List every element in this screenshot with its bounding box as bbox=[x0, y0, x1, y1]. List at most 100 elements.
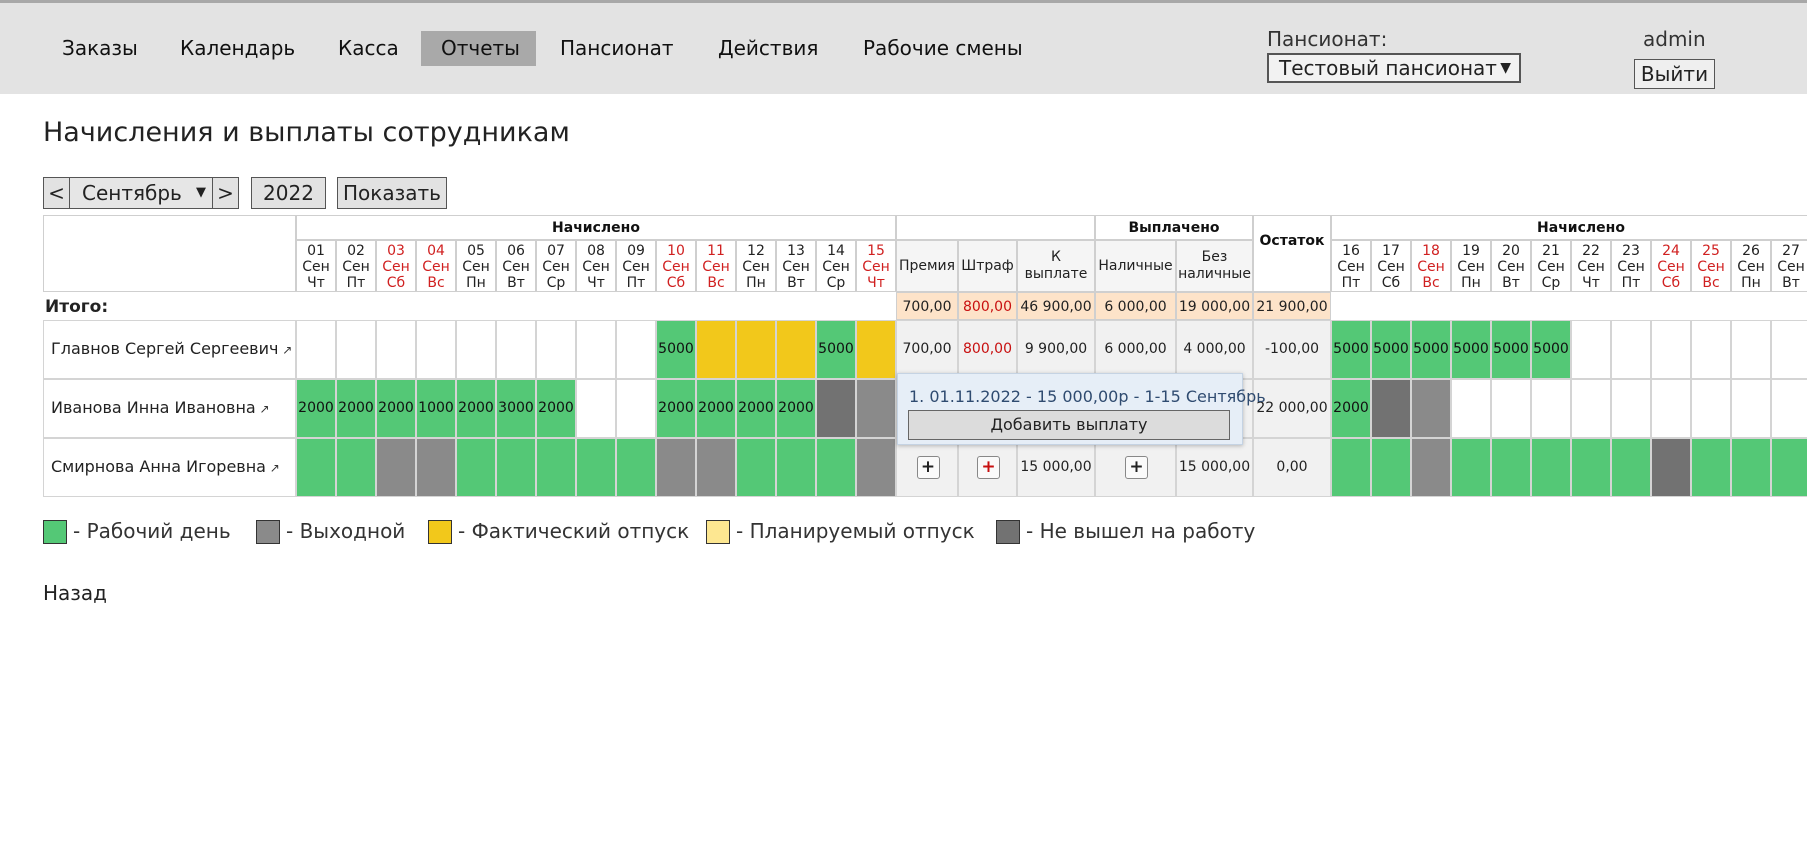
day-cell[interactable]: 2000 bbox=[1331, 379, 1371, 438]
day-cell[interactable] bbox=[376, 438, 416, 497]
day-cell[interactable] bbox=[1731, 379, 1771, 438]
year-input[interactable]: 2022 bbox=[251, 177, 326, 209]
day-cell[interactable]: 5000 bbox=[816, 320, 856, 379]
day-cell[interactable]: 5000 bbox=[1331, 320, 1371, 379]
day-cell[interactable] bbox=[616, 379, 656, 438]
day-cell[interactable] bbox=[1411, 379, 1451, 438]
day-cell[interactable] bbox=[576, 438, 616, 497]
day-cell[interactable] bbox=[1531, 379, 1571, 438]
day-cell[interactable] bbox=[1331, 438, 1371, 497]
day-cell[interactable] bbox=[536, 438, 576, 497]
day-cell[interactable] bbox=[776, 438, 816, 497]
nav-work-shifts[interactable]: Рабочие смены bbox=[843, 31, 1043, 66]
day-cell[interactable] bbox=[1691, 320, 1731, 379]
day-cell[interactable]: 5000 bbox=[1451, 320, 1491, 379]
day-cell[interactable]: 5000 bbox=[656, 320, 696, 379]
nav-pensionat[interactable]: Пансионат bbox=[540, 31, 694, 66]
day-cell[interactable]: 5000 bbox=[1371, 320, 1411, 379]
back-link[interactable]: Назад bbox=[43, 581, 107, 605]
logout-button[interactable]: Выйти bbox=[1634, 59, 1715, 89]
external-link-icon[interactable]: ↗ bbox=[278, 343, 292, 357]
day-cell[interactable] bbox=[296, 438, 336, 497]
show-button[interactable]: Показать bbox=[337, 177, 447, 209]
day-cell[interactable] bbox=[336, 320, 376, 379]
day-cell[interactable] bbox=[1651, 320, 1691, 379]
day-cell[interactable] bbox=[1611, 320, 1651, 379]
day-cell[interactable] bbox=[816, 438, 856, 497]
day-cell[interactable] bbox=[816, 379, 856, 438]
day-cell[interactable] bbox=[616, 438, 656, 497]
day-cell[interactable] bbox=[776, 320, 816, 379]
day-cell[interactable] bbox=[616, 320, 656, 379]
next-month-button[interactable]: > bbox=[212, 177, 239, 209]
day-cell[interactable] bbox=[1651, 438, 1691, 497]
day-cell[interactable] bbox=[1691, 379, 1731, 438]
day-cell[interactable] bbox=[456, 320, 496, 379]
external-link-icon[interactable]: ↗ bbox=[266, 461, 280, 475]
nav-reports[interactable]: Отчеты bbox=[421, 31, 536, 66]
day-cell[interactable] bbox=[1611, 379, 1651, 438]
day-cell[interactable]: 5000 bbox=[1411, 320, 1451, 379]
day-cell[interactable] bbox=[1491, 379, 1531, 438]
day-cell[interactable] bbox=[1771, 379, 1807, 438]
day-cell[interactable] bbox=[1771, 320, 1807, 379]
day-cell[interactable] bbox=[696, 438, 736, 497]
day-cell[interactable] bbox=[576, 379, 616, 438]
day-cell[interactable]: 2000 bbox=[536, 379, 576, 438]
day-cell[interactable] bbox=[1771, 438, 1807, 497]
day-cell[interactable] bbox=[1571, 320, 1611, 379]
day-cell[interactable] bbox=[416, 320, 456, 379]
nav-calendar[interactable]: Календарь bbox=[160, 31, 315, 66]
day-cell[interactable] bbox=[1491, 438, 1531, 497]
day-cell[interactable] bbox=[656, 438, 696, 497]
day-cell[interactable] bbox=[1451, 438, 1491, 497]
day-cell[interactable] bbox=[1411, 438, 1451, 497]
day-cell[interactable] bbox=[496, 438, 536, 497]
add-cash-payment-button[interactable]: + bbox=[1125, 456, 1148, 479]
day-cell[interactable]: 2000 bbox=[336, 379, 376, 438]
day-cell[interactable]: 2000 bbox=[376, 379, 416, 438]
add-payment-button[interactable]: Добавить выплату bbox=[908, 410, 1230, 440]
nav-cashbox[interactable]: Касса bbox=[318, 31, 419, 66]
day-cell[interactable] bbox=[336, 438, 376, 497]
day-cell[interactable] bbox=[536, 320, 576, 379]
day-cell[interactable] bbox=[376, 320, 416, 379]
day-cell[interactable] bbox=[576, 320, 616, 379]
day-cell[interactable] bbox=[1731, 438, 1771, 497]
day-cell[interactable] bbox=[1651, 379, 1691, 438]
day-cell[interactable] bbox=[736, 438, 776, 497]
day-cell[interactable]: 3000 bbox=[496, 379, 536, 438]
pensionat-select[interactable]: Тестовый пансионат ▼ bbox=[1267, 53, 1521, 83]
day-cell[interactable] bbox=[856, 320, 896, 379]
payment-entry[interactable]: 1. 01.11.2022 - 15 000,00р - 1-15 Сентяб… bbox=[909, 387, 1266, 406]
day-cell[interactable]: 5000 bbox=[1531, 320, 1571, 379]
day-cell[interactable] bbox=[1571, 438, 1611, 497]
day-cell[interactable] bbox=[416, 438, 456, 497]
day-cell[interactable]: 2000 bbox=[696, 379, 736, 438]
external-link-icon[interactable]: ↗ bbox=[256, 402, 270, 416]
day-cell[interactable]: 1000 bbox=[416, 379, 456, 438]
nav-orders[interactable]: Заказы bbox=[42, 31, 158, 66]
day-cell[interactable] bbox=[696, 320, 736, 379]
day-cell[interactable] bbox=[1691, 438, 1731, 497]
day-cell[interactable] bbox=[1371, 379, 1411, 438]
day-cell[interactable] bbox=[1451, 379, 1491, 438]
day-cell[interactable] bbox=[1531, 438, 1571, 497]
day-cell[interactable] bbox=[1371, 438, 1411, 497]
day-cell[interactable]: 2000 bbox=[776, 379, 816, 438]
month-select[interactable]: Сентябрь ▼ bbox=[69, 177, 213, 209]
day-cell[interactable] bbox=[1731, 320, 1771, 379]
prev-month-button[interactable]: < bbox=[43, 177, 70, 209]
day-cell[interactable] bbox=[496, 320, 536, 379]
day-cell[interactable]: 5000 bbox=[1491, 320, 1531, 379]
add-fine-button[interactable]: + bbox=[977, 456, 1000, 479]
nav-actions[interactable]: Действия bbox=[698, 31, 838, 66]
day-cell[interactable] bbox=[856, 438, 896, 497]
day-cell[interactable] bbox=[856, 379, 896, 438]
day-cell[interactable]: 2000 bbox=[296, 379, 336, 438]
day-cell[interactable] bbox=[1571, 379, 1611, 438]
day-cell[interactable] bbox=[456, 438, 496, 497]
day-cell[interactable]: 2000 bbox=[656, 379, 696, 438]
day-cell[interactable]: 2000 bbox=[736, 379, 776, 438]
add-bonus-button[interactable]: + bbox=[916, 456, 940, 479]
